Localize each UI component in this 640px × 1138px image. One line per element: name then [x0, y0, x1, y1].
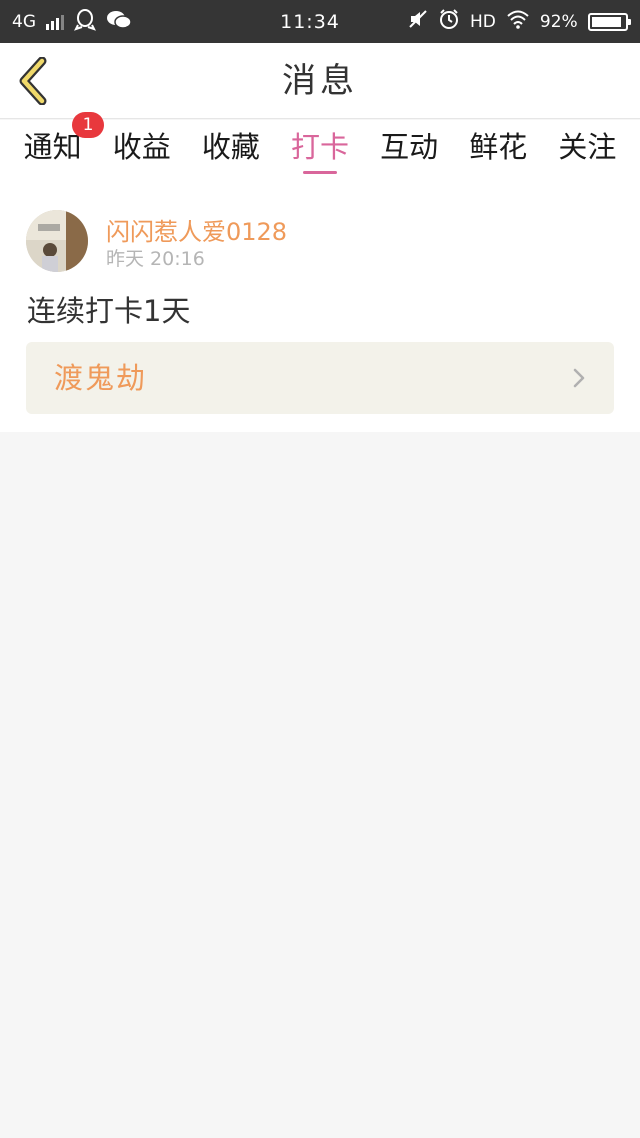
tab-favorites[interactable]: 收藏 [186, 120, 275, 178]
status-time: 11:34 [280, 10, 340, 33]
book-title: 渡鬼劫 [54, 361, 148, 395]
tab-bar: 通知 1 收益 收藏 打卡 互动 鲜花 关注 [0, 112, 640, 178]
message-text: 连续打卡1天 [27, 294, 191, 328]
tab-label: 打卡 [290, 130, 349, 164]
network-type: 4G [12, 11, 36, 32]
chevron-right-icon [573, 368, 585, 388]
tab-label: 鲜花 [469, 130, 528, 164]
tab-interactions[interactable]: 互动 [365, 120, 454, 178]
tab-flowers[interactable]: 鲜花 [454, 120, 543, 178]
tab-label: 通知 [23, 130, 82, 164]
message-card: 闪闪惹人爱0128 昨天 20:16 连续打卡1天 渡鬼劫 [0, 178, 640, 432]
tab-label: 互动 [380, 130, 439, 164]
page-title: 消息 [282, 61, 358, 101]
avatar[interactable] [26, 210, 88, 272]
tab-following[interactable]: 关注 [543, 120, 632, 178]
message-time: 昨天 20:16 [106, 248, 205, 270]
wechat-icon [106, 9, 132, 35]
signal-icon [46, 14, 64, 30]
status-left: 4G [12, 8, 212, 36]
status-bar: 4G 11:34 HD 92% [0, 0, 640, 43]
tab-checkin[interactable]: 打卡 [275, 120, 364, 178]
username[interactable]: 闪闪惹人爱0128 [106, 212, 287, 247]
active-tab-indicator [302, 171, 337, 174]
tab-label: 收藏 [201, 130, 260, 164]
battery-percent: 92% [539, 11, 578, 32]
tab-label: 关注 [558, 130, 617, 164]
user-avatar-image [26, 210, 88, 272]
battery-icon [587, 12, 632, 31]
hd-label: HD [470, 11, 496, 32]
tab-notifications[interactable]: 通知 1 [8, 112, 104, 178]
mute-icon [408, 9, 428, 34]
alarm-icon [438, 8, 460, 35]
qq-icon [74, 8, 96, 36]
app-header: 消息 [0, 43, 640, 119]
status-right: HD 92% [408, 8, 632, 35]
tab-label: 收益 [112, 130, 171, 164]
tab-earnings[interactable]: 收益 [97, 120, 186, 178]
book-link[interactable]: 渡鬼劫 [26, 342, 614, 414]
wifi-icon [506, 9, 530, 34]
